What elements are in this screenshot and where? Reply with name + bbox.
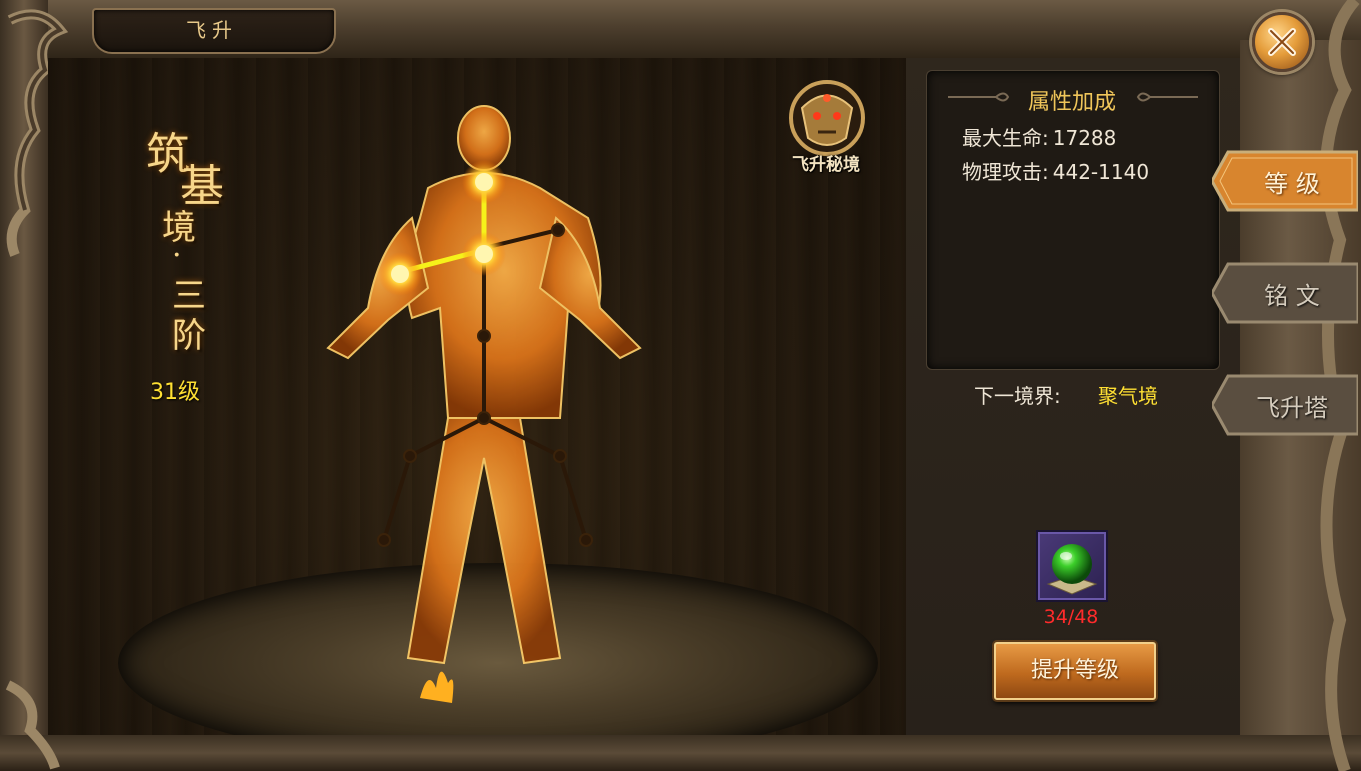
- attribute-header: 属性加成: [1027, 90, 1116, 115]
- secret-realm-label: 飞升秘境: [792, 155, 860, 175]
- tab-inscription[interactable]: 铭 文: [1212, 262, 1358, 324]
- next-realm-label: 下一境界:: [974, 384, 1061, 408]
- attribute-label: 最大生命:: [962, 126, 1049, 150]
- flame-icon: [420, 671, 454, 703]
- close-x-icon: [1268, 28, 1296, 56]
- material-count: 34/48: [1043, 606, 1099, 628]
- realm-title-char: 阶: [172, 316, 206, 356]
- attribute-max-hp: 最大生命: 17288: [962, 122, 1116, 151]
- window-title: 飞升: [186, 18, 238, 42]
- frame-bottom: [0, 735, 1361, 771]
- attribute-label: 物理攻击:: [962, 160, 1049, 184]
- upgrade-level-button[interactable]: 提升等级: [994, 642, 1156, 700]
- tab-level[interactable]: 等 级: [1212, 150, 1358, 212]
- realm-level: 31级: [150, 380, 200, 405]
- tab-label: 飞升塔: [1256, 394, 1328, 422]
- attribute-value: 442-1140: [1052, 160, 1150, 184]
- close-button[interactable]: [1252, 12, 1312, 72]
- demon-mask-icon: [789, 80, 865, 156]
- attribute-physical-attack: 物理攻击: 442-1140: [962, 156, 1149, 185]
- tab-ascension-tower[interactable]: 飞升塔: [1212, 374, 1358, 436]
- tab-label: 铭 文: [1264, 282, 1320, 310]
- next-realm-value: 聚气境: [1098, 384, 1158, 408]
- green-orb-icon: [1046, 544, 1098, 595]
- tab-label: 等 级: [1264, 170, 1320, 198]
- material-item-slot[interactable]: [1036, 530, 1108, 602]
- attribute-value: 17288: [1052, 126, 1117, 150]
- realm-title: 筑 基 境 · 三 阶: [140, 118, 240, 358]
- ascension-window: 飞升 筑 基 境 · 三 阶 31级 飞升秘境 属性加成 最大生命: 17288…: [0, 0, 1361, 771]
